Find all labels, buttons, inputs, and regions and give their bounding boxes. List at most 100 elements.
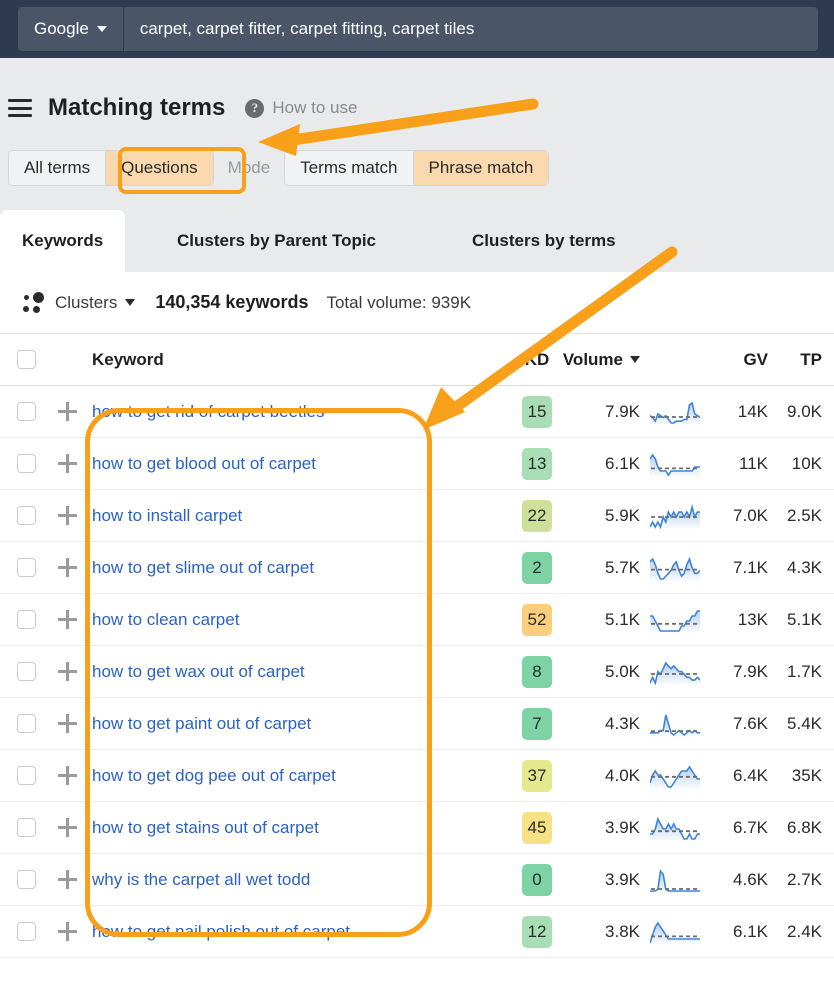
table-row[interactable]: how to clean carpet525.1K13K5.1K	[0, 594, 834, 646]
search-query-input[interactable]: carpet, carpet fitter, carpet fitting, c…	[124, 7, 818, 51]
table-row[interactable]: why is the carpet all wet todd03.9K4.6K2…	[0, 854, 834, 906]
table-row[interactable]: how to get dog pee out of carpet374.0K6.…	[0, 750, 834, 802]
plus-icon[interactable]	[58, 922, 77, 941]
search-engine-selector[interactable]: Google	[18, 7, 124, 51]
keyword-link[interactable]: how to get stains out of carpet	[92, 818, 319, 837]
row-trend-sparkline	[644, 451, 706, 477]
column-header-volume[interactable]: Volume	[568, 350, 644, 370]
row-kd-cell: 12	[506, 916, 568, 948]
checkbox-icon[interactable]	[17, 402, 36, 421]
table-row[interactable]: how to get nail polish out of carpet123.…	[0, 906, 834, 958]
checkbox-icon[interactable]	[17, 818, 36, 837]
table-row[interactable]: how to get stains out of carpet453.9K6.7…	[0, 802, 834, 854]
checkbox-icon[interactable]	[17, 454, 36, 473]
row-gv-cell: 13K	[706, 610, 768, 630]
row-trend-sparkline	[644, 711, 706, 737]
top-search-bar: Google carpet, carpet fitter, carpet fit…	[0, 0, 834, 58]
row-keyword-cell: how to get dog pee out of carpet	[82, 766, 506, 786]
row-volume-cell: 3.9K	[568, 818, 644, 838]
table-row[interactable]: how to get blood out of carpet136.1K11K1…	[0, 438, 834, 490]
plus-icon[interactable]	[58, 402, 77, 421]
column-header-gv[interactable]: GV	[706, 350, 768, 370]
row-trend-sparkline	[644, 815, 706, 841]
kd-badge: 13	[522, 448, 552, 480]
checkbox-icon[interactable]	[17, 558, 36, 577]
row-tp-cell: 9.0K	[768, 402, 834, 422]
row-volume-cell: 7.9K	[568, 402, 644, 422]
tab-clusters-by-terms[interactable]: Clusters by terms	[450, 210, 638, 272]
terms-toggle-group: All terms Questions	[8, 150, 214, 186]
keyword-link[interactable]: how to install carpet	[92, 506, 242, 525]
tab-clusters-by-parent-topic[interactable]: Clusters by Parent Topic	[155, 210, 398, 272]
row-checkbox-cell	[0, 610, 52, 629]
plus-icon[interactable]	[58, 610, 77, 629]
checkbox-icon[interactable]	[17, 506, 36, 525]
row-checkbox-cell	[0, 454, 52, 473]
sort-desc-icon	[630, 356, 640, 363]
row-keyword-cell: how to get slime out of carpet	[82, 558, 506, 578]
select-all-checkbox-cell	[0, 350, 52, 369]
column-header-tp[interactable]: TP	[768, 350, 834, 370]
row-keyword-cell: how to get nail polish out of carpet	[82, 922, 506, 942]
row-tp-cell: 6.8K	[768, 818, 834, 838]
table-row[interactable]: how to install carpet225.9K7.0K2.5K	[0, 490, 834, 542]
checkbox-icon[interactable]	[17, 766, 36, 785]
row-volume-cell: 6.1K	[568, 454, 644, 474]
plus-icon[interactable]	[58, 766, 77, 785]
column-header-keyword[interactable]: Keyword	[82, 350, 506, 370]
row-add-cell	[52, 922, 82, 941]
row-keyword-cell: how to clean carpet	[82, 610, 506, 630]
filter-all-terms[interactable]: All terms	[9, 151, 105, 185]
clusters-dots-icon	[22, 292, 46, 314]
row-add-cell	[52, 454, 82, 473]
checkbox-icon[interactable]	[17, 350, 36, 369]
row-kd-cell: 2	[506, 552, 568, 584]
table-row[interactable]: how to get paint out of carpet74.3K7.6K5…	[0, 698, 834, 750]
keyword-link[interactable]: how to get blood out of carpet	[92, 454, 316, 473]
keyword-link[interactable]: why is the carpet all wet todd	[92, 870, 310, 889]
row-tp-cell: 2.5K	[768, 506, 834, 526]
tab-keywords[interactable]: Keywords	[0, 210, 125, 272]
checkbox-icon[interactable]	[17, 714, 36, 733]
row-trend-sparkline	[644, 399, 706, 425]
mode-toggle-group: Terms match Phrase match	[284, 150, 549, 186]
row-keyword-cell: how to get rid of carpet beetles	[82, 402, 506, 422]
keyword-link[interactable]: how to clean carpet	[92, 610, 239, 629]
keyword-link[interactable]: how to get paint out of carpet	[92, 714, 311, 733]
plus-icon[interactable]	[58, 818, 77, 837]
kd-badge: 7	[522, 708, 552, 740]
plus-icon[interactable]	[58, 714, 77, 733]
filter-questions[interactable]: Questions	[105, 151, 213, 185]
table-row[interactable]: how to get wax out of carpet85.0K7.9K1.7…	[0, 646, 834, 698]
column-header-kd[interactable]: KD	[506, 350, 568, 370]
chevron-down-icon[interactable]	[125, 299, 135, 306]
clusters-dropdown[interactable]: Clusters	[55, 293, 117, 313]
keyword-link[interactable]: how to get slime out of carpet	[92, 558, 314, 577]
plus-icon[interactable]	[58, 454, 77, 473]
row-kd-cell: 37	[506, 760, 568, 792]
hamburger-menu-icon[interactable]	[8, 99, 32, 117]
keyword-link[interactable]: how to get rid of carpet beetles	[92, 402, 324, 421]
checkbox-icon[interactable]	[17, 922, 36, 941]
plus-icon[interactable]	[58, 558, 77, 577]
keyword-link[interactable]: how to get nail polish out of carpet	[92, 922, 350, 941]
plus-icon[interactable]	[58, 506, 77, 525]
checkbox-icon[interactable]	[17, 662, 36, 681]
row-tp-cell: 5.1K	[768, 610, 834, 630]
table-row[interactable]: how to get slime out of carpet25.7K7.1K4…	[0, 542, 834, 594]
filter-terms-match[interactable]: Terms match	[285, 151, 412, 185]
plus-icon[interactable]	[58, 662, 77, 681]
row-checkbox-cell	[0, 506, 52, 525]
filter-phrase-match[interactable]: Phrase match	[413, 151, 549, 185]
keyword-count: 140,354 keywords	[155, 292, 308, 313]
keyword-link[interactable]: how to get wax out of carpet	[92, 662, 305, 681]
how-to-use-link[interactable]: ? How to use	[245, 98, 357, 118]
checkbox-icon[interactable]	[17, 610, 36, 629]
plus-icon[interactable]	[58, 870, 77, 889]
checkbox-icon[interactable]	[17, 870, 36, 889]
row-gv-cell: 7.0K	[706, 506, 768, 526]
row-trend-sparkline	[644, 503, 706, 529]
keyword-link[interactable]: how to get dog pee out of carpet	[92, 766, 336, 785]
row-checkbox-cell	[0, 818, 52, 837]
table-row[interactable]: how to get rid of carpet beetles157.9K14…	[0, 386, 834, 438]
